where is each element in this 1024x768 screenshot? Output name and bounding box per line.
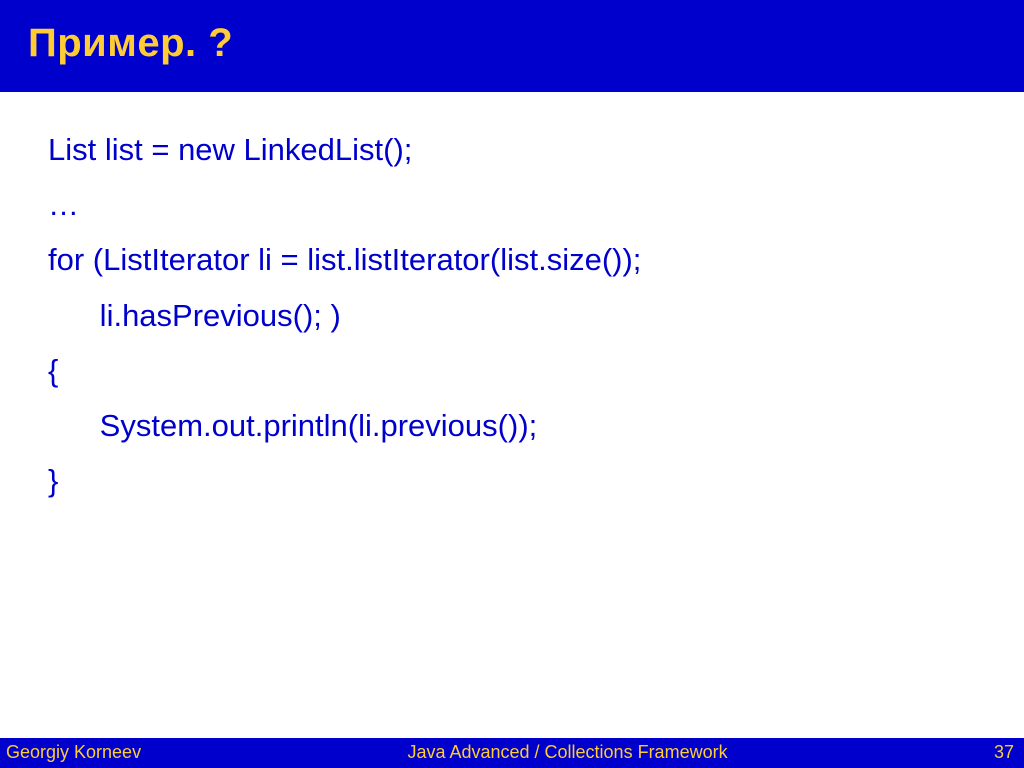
code-line: List list = new LinkedList();	[48, 122, 976, 177]
code-line: li.hasPrevious(); )	[48, 288, 976, 343]
code-line: {	[48, 343, 976, 398]
footer-author: Georgiy Korneev	[6, 742, 141, 763]
slide-title: Пример. ?	[28, 21, 233, 66]
code-line: …	[48, 177, 976, 232]
footer-course: Java Advanced / Collections Framework	[141, 742, 994, 763]
footer-page-number: 37	[994, 742, 1014, 763]
code-line: }	[48, 453, 976, 508]
code-line: System.out.println(li.previous());	[48, 398, 976, 453]
footer-bar: Georgiy Korneev Java Advanced / Collecti…	[0, 738, 1024, 768]
slide-content: List list = new LinkedList(); … for (Lis…	[0, 92, 1024, 768]
title-bar: Пример. ?	[0, 0, 1024, 92]
slide: Пример. ? List list = new LinkedList(); …	[0, 0, 1024, 768]
code-line: for (ListIterator li = list.listIterator…	[48, 232, 976, 287]
